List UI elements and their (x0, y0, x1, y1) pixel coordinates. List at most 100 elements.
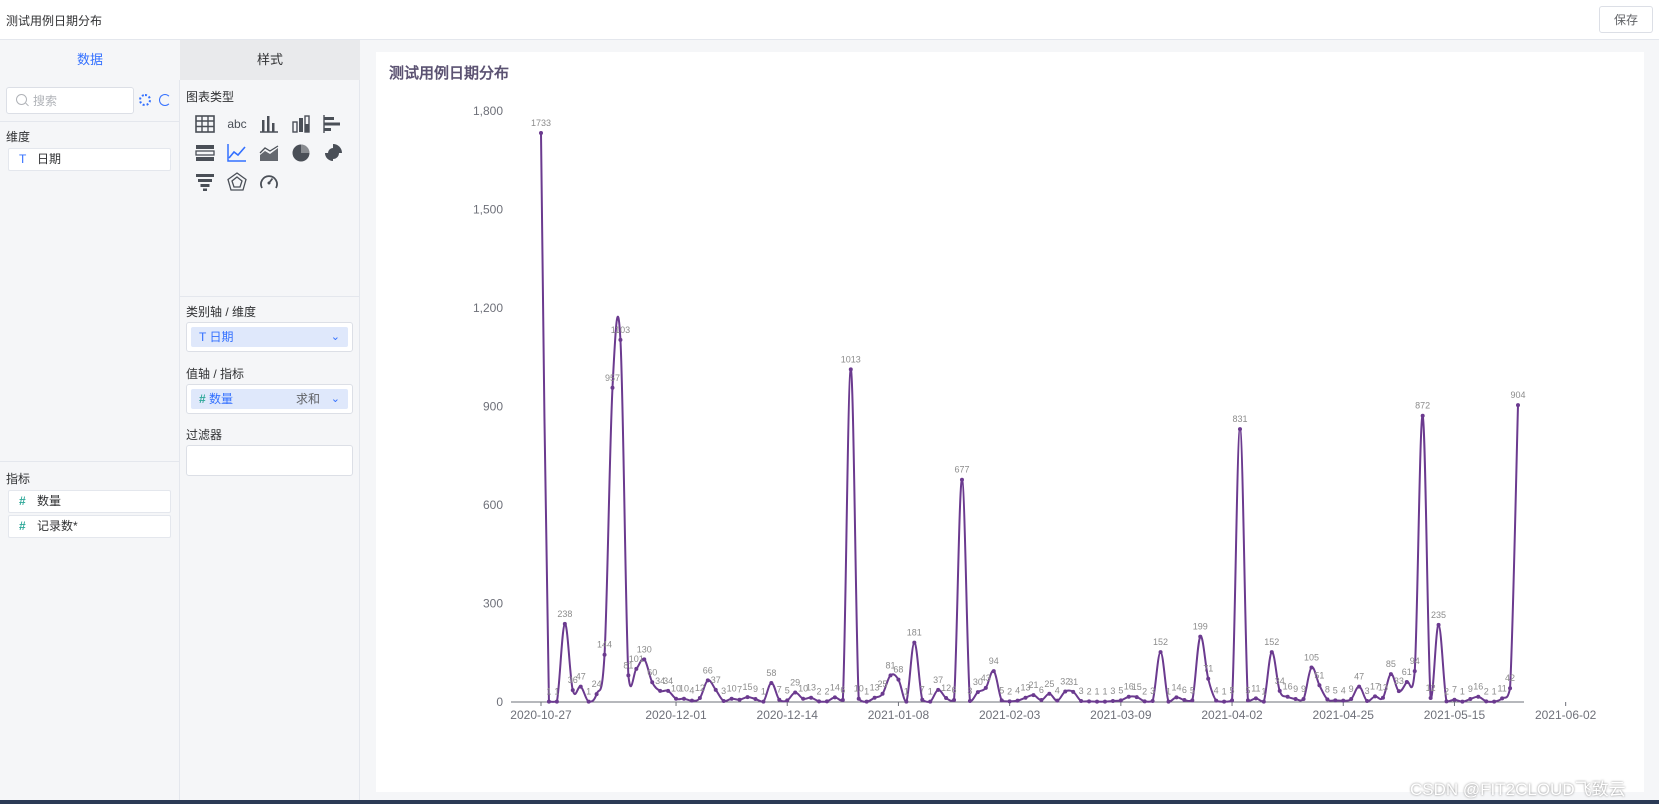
data-label: 2 (1007, 686, 1012, 696)
data-label: 9 (1301, 684, 1306, 694)
data-point (1166, 699, 1171, 704)
data-point (674, 696, 679, 701)
data-point (737, 697, 742, 702)
data-label: 4 (1214, 686, 1219, 696)
data-label: 1 (1492, 687, 1497, 697)
value-field-pill[interactable]: # 数量 求和 ⌄ (191, 389, 348, 409)
data-point (991, 669, 996, 674)
save-button[interactable]: 保存 (1599, 6, 1653, 33)
data-point (602, 652, 607, 657)
bar-chart-icon[interactable] (256, 112, 282, 136)
data-point (578, 684, 583, 689)
gear-icon[interactable] (139, 94, 151, 106)
data-point (1047, 691, 1052, 696)
data-label: 5 (1245, 685, 1250, 695)
data-point (944, 696, 949, 701)
metric-item-count[interactable]: # 数量 (8, 490, 171, 513)
value-axis-dropzone[interactable]: # 数量 求和 ⌄ (186, 384, 353, 414)
number-type-icon: # (199, 392, 206, 406)
data-point (1420, 413, 1425, 418)
data-point (1365, 699, 1370, 704)
data-label: 85 (1386, 659, 1396, 669)
text-card-icon[interactable]: abc (224, 112, 250, 136)
data-point (888, 673, 893, 678)
data-point (658, 688, 663, 693)
filter-dropzone[interactable] (186, 445, 353, 476)
y-tick-label: 900 (483, 400, 503, 414)
data-label: 43 (981, 673, 991, 683)
area-chart-icon[interactable] (256, 141, 282, 165)
y-tick-label: 1,800 (473, 104, 503, 118)
tab-data[interactable]: 数据 (0, 40, 180, 80)
chevron-down-icon[interactable]: ⌄ (331, 327, 340, 347)
data-label: 1733 (531, 118, 551, 128)
chevron-down-icon[interactable]: ⌄ (331, 389, 340, 409)
data-label: 3 (1079, 686, 1084, 696)
data-point (848, 367, 853, 372)
data-label: 71 (1203, 664, 1213, 674)
search-field[interactable] (6, 87, 134, 114)
stacked-horizontal-bar-icon[interactable] (192, 141, 218, 165)
text-type-icon: T (19, 152, 27, 166)
tab-style[interactable]: 样式 (180, 40, 360, 80)
data-point (1071, 689, 1076, 694)
horizontal-bar-icon[interactable] (320, 112, 346, 136)
line-chart-icon[interactable] (224, 141, 250, 165)
data-label: 9 (753, 684, 758, 694)
data-label: 16 (1473, 682, 1483, 692)
data-label: 25 (878, 679, 888, 689)
data-point (1404, 679, 1409, 684)
data-label: 3 (721, 686, 726, 696)
x-tick-label: 2020-10-27 (510, 708, 572, 722)
x-tick-label: 2021-04-02 (1201, 708, 1263, 722)
data-point (1436, 622, 1441, 627)
data-point (634, 666, 639, 671)
search-icon (16, 94, 27, 105)
data-label: 9 (1468, 684, 1473, 694)
search-input[interactable] (33, 92, 129, 110)
data-label: 957 (605, 373, 620, 383)
gauge-chart-icon[interactable] (256, 170, 282, 194)
data-point (539, 130, 543, 135)
data-label: 1 (1460, 687, 1465, 697)
radar-chart-icon[interactable] (224, 170, 250, 194)
data-point (959, 477, 964, 482)
data-point (1452, 697, 1457, 702)
funnel-chart-icon[interactable] (192, 170, 218, 194)
data-point (832, 695, 837, 700)
data-point (1484, 699, 1489, 704)
data-label: 238 (557, 609, 572, 619)
data-label: 25 (1044, 679, 1054, 689)
data-point (697, 696, 702, 701)
data-point (967, 699, 972, 704)
data-point (1182, 698, 1187, 703)
data-label: 6 (840, 685, 845, 695)
data-point (1087, 699, 1092, 704)
stacked-bar-icon[interactable] (288, 112, 314, 136)
data-point (785, 698, 790, 703)
data-label: 5 (999, 685, 1004, 695)
rose-chart-icon[interactable] (320, 141, 346, 165)
data-label: 51 (1314, 670, 1324, 680)
category-field-pill[interactable]: T 日期 ⌄ (191, 327, 348, 347)
refresh-icon[interactable] (159, 94, 171, 106)
y-tick-label: 0 (496, 695, 503, 709)
data-label: 7 (1452, 685, 1457, 695)
data-label: 1 (1102, 687, 1107, 697)
metric-item-records[interactable]: # 记录数* (8, 515, 171, 538)
category-axis-dropzone[interactable]: T 日期 ⌄ (186, 322, 353, 352)
data-label: 47 (576, 672, 586, 682)
data-point (594, 692, 599, 697)
data-label: 3 (1150, 686, 1155, 696)
divider (180, 296, 360, 297)
bottom-bar (0, 800, 1659, 804)
data-label: 8 (1325, 684, 1330, 694)
dimension-item-date[interactable]: T 日期 (8, 148, 171, 171)
pie-chart-icon[interactable] (288, 141, 314, 165)
data-label: 31 (1068, 677, 1078, 687)
x-tick-label: 2021-03-09 (1090, 708, 1152, 722)
data-label: 872 (1415, 401, 1430, 411)
data-label: 13 (1378, 683, 1388, 693)
table-chart-icon[interactable] (192, 112, 218, 136)
y-tick-label: 300 (483, 597, 503, 611)
